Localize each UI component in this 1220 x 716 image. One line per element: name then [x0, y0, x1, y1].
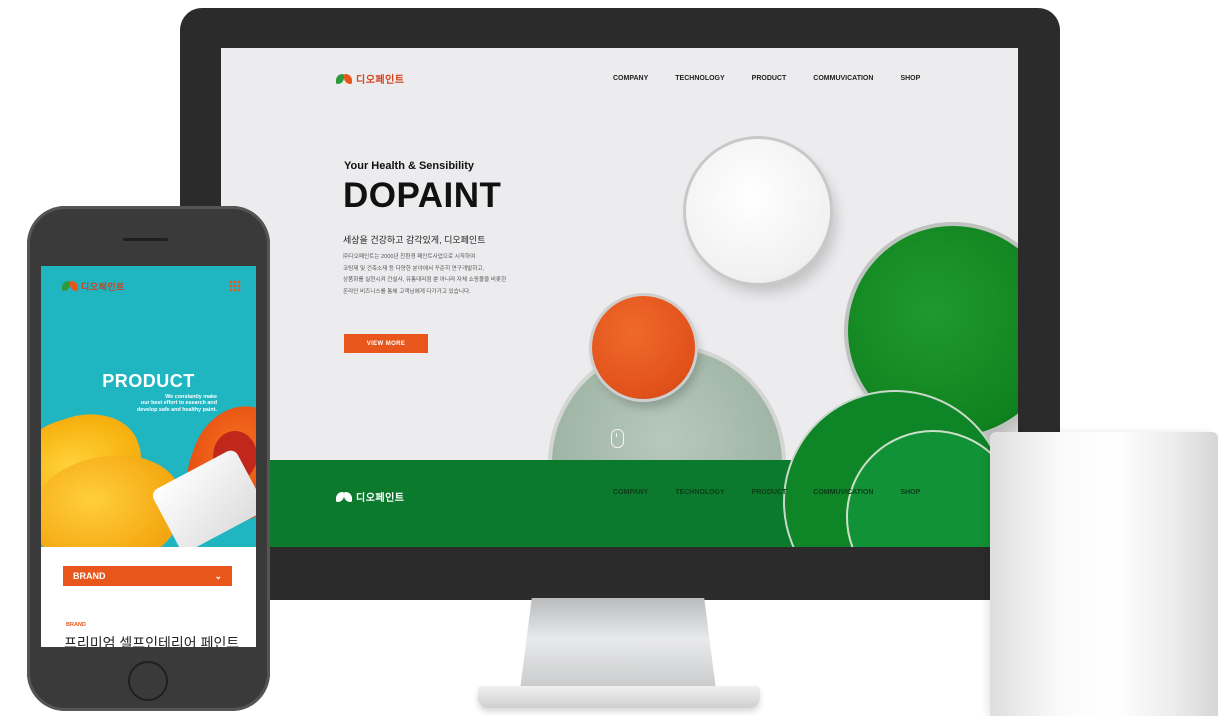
body-line: ㈜디오페인트는 2000년 친환경 페인트사업으로 시작하여: [343, 254, 476, 260]
logo-mark-icon: [336, 72, 352, 86]
nav-item-shop[interactable]: SHOP: [900, 75, 920, 82]
desktop-logo[interactable]: 디오페인트: [336, 71, 405, 86]
desc-line: develop safe and healthy paint.: [137, 406, 217, 413]
menu-grid-icon[interactable]: [229, 280, 241, 292]
hero-korean-heading: 세상을 건강하고 감각있게, 디오페인트: [343, 235, 486, 245]
nav-item-company[interactable]: COMPANY: [613, 75, 648, 82]
hero-body: ㈜디오페인트는 2000년 친환경 페인트사업으로 시작하여 코팅제 및 건축소…: [343, 252, 553, 298]
scroll-mouse-icon: [611, 429, 624, 448]
mobile-hero-desc: We constantly make our best effort to es…: [97, 394, 217, 413]
mobile-hero: 디오페인트 PRODUCT We constantly make our bes…: [41, 266, 256, 547]
body-line: 상품화를 실현시켜 건설사, 유통대리점 뿐 아니라 자체 쇼핑몰을 비롯한: [343, 277, 507, 284]
monitor-base: [478, 686, 760, 708]
body-line: 코팅제 및 건축소재 등 다양한 분야에서 꾸준히 연구개발하고,: [343, 265, 485, 272]
orange-paint-lid: [592, 296, 695, 399]
white-paint-lid: [686, 139, 830, 283]
brand-label: BRAND: [66, 622, 86, 628]
mobile-screen: 디오페인트 PRODUCT We constantly make our bes…: [41, 266, 256, 647]
logo-mark-icon: [62, 279, 78, 293]
hero-title: DOPAINT: [343, 176, 502, 215]
footer-nav-product[interactable]: PRODUCT: [752, 489, 787, 496]
desktop-screen: 디오페인트 COMPANY TECHNOLOGY PRODUCT COMMUVI…: [221, 48, 1018, 547]
mobile-phone: 디오페인트 PRODUCT We constantly make our bes…: [27, 206, 270, 711]
monitor-stand: [520, 598, 716, 690]
logo-mark-icon: [336, 490, 352, 504]
white-paint-cup: [990, 432, 1218, 716]
footer-logo-text: 디오페인트: [356, 493, 405, 504]
footer-nav-company[interactable]: COMPANY: [613, 489, 648, 496]
desktop-footer: 디오페인트 COMPANY TECHNOLOGY PRODUCT COMMUVI…: [221, 390, 1018, 547]
desktop-nav: COMPANY TECHNOLOGY PRODUCT COMMUVICATION…: [613, 75, 947, 82]
desktop-monitor: 디오페인트 COMPANY TECHNOLOGY PRODUCT COMMUVI…: [180, 8, 1060, 600]
brand-dropdown[interactable]: BRAND ⌄: [63, 566, 232, 586]
footer-nav-communication[interactable]: COMMUVICATION: [813, 489, 873, 496]
footer-nav-technology[interactable]: TECHNOLOGY: [675, 489, 724, 496]
product-title: 프리미엄 셀프인테리어 페인트: [64, 635, 240, 647]
hero-subtitle: Your Health & Sensibility: [344, 160, 474, 172]
nav-item-technology[interactable]: TECHNOLOGY: [675, 75, 724, 82]
nav-item-product[interactable]: PRODUCT: [752, 75, 787, 82]
home-button[interactable]: [128, 661, 168, 701]
brand-dropdown-label: BRAND: [73, 571, 106, 581]
footer-nav: COMPANY TECHNOLOGY PRODUCT COMMUVICATION…: [613, 489, 947, 496]
body-line: 온라인 비즈니스를 통해 고객님에게 다가가고 있습니다.: [343, 288, 471, 295]
mobile-logo-text: 디오페인트: [81, 281, 125, 292]
nav-item-communication[interactable]: COMMUVICATION: [813, 75, 873, 82]
logo-text: 디오페인트: [356, 75, 405, 86]
mobile-logo[interactable]: 디오페인트: [62, 279, 125, 293]
chevron-down-icon: ⌄: [214, 570, 222, 581]
phone-speaker: [123, 238, 168, 241]
view-more-button[interactable]: VIEW MORE: [344, 334, 428, 353]
footer-nav-shop[interactable]: SHOP: [900, 489, 920, 496]
footer-logo[interactable]: 디오페인트: [336, 489, 405, 504]
mobile-hero-title: PRODUCT: [102, 371, 195, 391]
